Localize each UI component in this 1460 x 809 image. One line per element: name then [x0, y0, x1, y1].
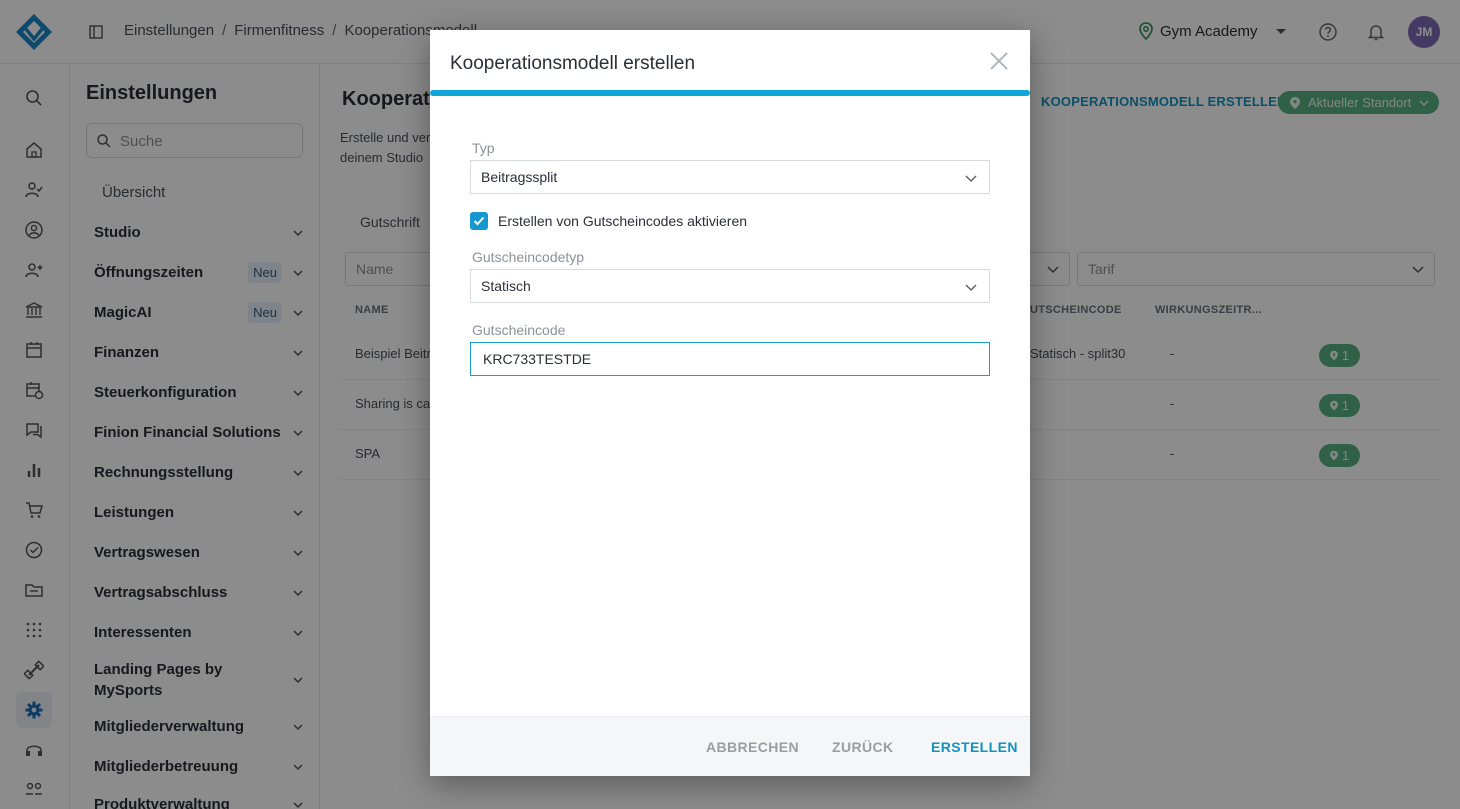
enable-voucher-codes-checkbox[interactable]: Erstellen von Gutscheincodes aktivieren: [470, 212, 747, 230]
create-cooperation-model-dialog: Kooperationsmodell erstellen Typ Beitrag…: [430, 30, 1030, 776]
voucher-code-type-value: Statisch: [481, 278, 531, 294]
type-select-value: Beitragssplit: [481, 169, 558, 185]
cancel-button[interactable]: ABBRECHEN: [706, 739, 799, 755]
back-button[interactable]: ZURÜCK: [832, 739, 894, 755]
type-label: Typ: [472, 140, 495, 156]
enable-voucher-codes-label: Erstellen von Gutscheincodes aktivieren: [498, 213, 748, 229]
chevron-down-icon: [965, 284, 977, 291]
create-button[interactable]: ERSTELLEN: [931, 739, 1018, 755]
progress-bar: [430, 90, 1030, 96]
type-select[interactable]: Beitragssplit: [470, 160, 990, 194]
dialog-title: Kooperationsmodell erstellen: [450, 53, 696, 74]
voucher-code-type-select[interactable]: Statisch: [470, 269, 990, 303]
voucher-code-type-label: Gutscheincodetyp: [472, 249, 585, 265]
chevron-down-icon: [965, 175, 977, 182]
dialog-footer: ABBRECHEN ZURÜCK ERSTELLEN: [430, 716, 1030, 776]
checkbox-checked-icon[interactable]: [470, 212, 488, 230]
close-icon[interactable]: [988, 50, 1010, 72]
voucher-code-input[interactable]: [470, 342, 990, 376]
voucher-code-label: Gutscheincode: [472, 322, 566, 338]
